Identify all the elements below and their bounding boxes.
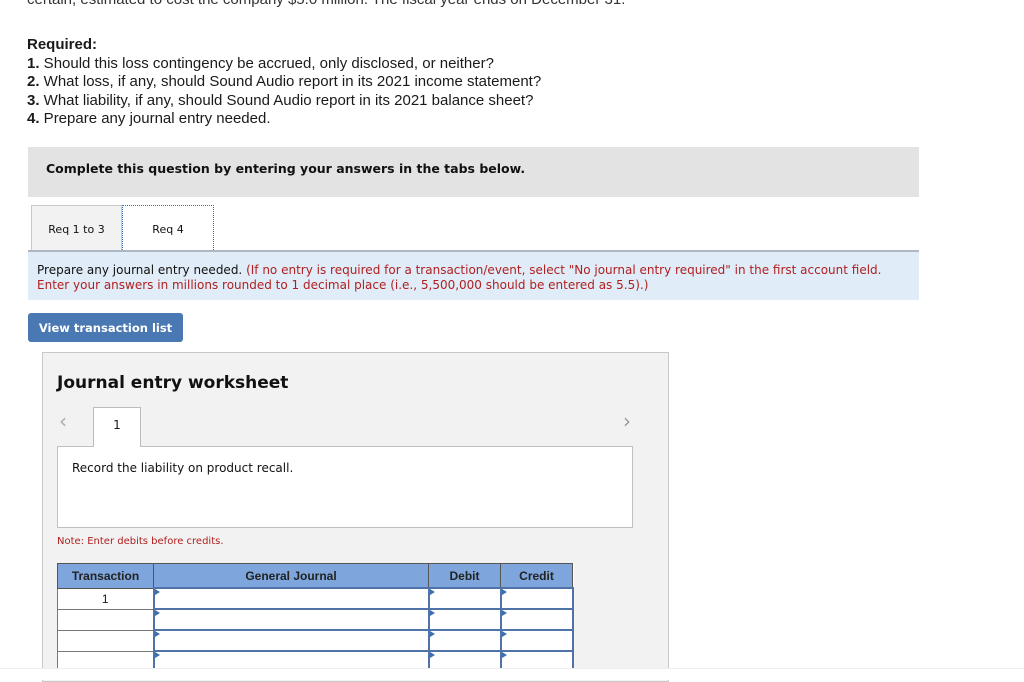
transaction-description: Record the liability on product recall. [57, 446, 633, 528]
column-header-general-journal: General Journal [153, 563, 429, 589]
worksheet-tab-1[interactable]: 1 [93, 407, 141, 447]
tab-req-1-to-3[interactable]: Req 1 to 3 [31, 205, 122, 250]
requirement-number: 1. [27, 54, 40, 72]
credit-input[interactable] [499, 608, 574, 631]
tab-instructions: Prepare any journal entry needed. (If no… [28, 250, 919, 300]
requirement-number: 4. [27, 110, 40, 127]
requirement-text: What loss, if any, should Sound Audio re… [39, 73, 542, 90]
transaction-cell: 1 [57, 587, 154, 610]
requirement-number: 3. [27, 91, 40, 109]
credit-input[interactable] [499, 629, 574, 652]
journal-entry-worksheet: Journal entry worksheet ‹ 1 › Record the… [42, 352, 669, 682]
instructions-banner: Complete this question by entering your … [28, 147, 919, 197]
tab-label: Req 1 to 3 [48, 223, 105, 236]
chevron-left-icon[interactable]: ‹ [59, 409, 67, 433]
view-transaction-list-button[interactable]: View transaction list [28, 313, 183, 342]
requirement-text: Prepare any journal entry needed. [39, 110, 271, 127]
tab-req-4[interactable]: Req 4 [122, 205, 214, 250]
requirement-text: Should this loss contingency be accrued,… [39, 54, 494, 72]
banner-text: Complete this question by entering your … [46, 161, 526, 176]
requirement-item: 2. What loss, if any, should Sound Audio… [27, 73, 541, 92]
instructions-main: Prepare any journal entry needed. [37, 263, 243, 277]
requirement-item: 4. Prepare any journal entry needed. [27, 110, 541, 129]
table-row: 1 [57, 587, 574, 610]
debit-input[interactable] [427, 608, 502, 631]
tab-label: Req 4 [152, 223, 184, 236]
worksheet-title: Journal entry worksheet [57, 373, 289, 393]
transaction-cell [57, 608, 154, 631]
requirement-text: What liability, if any, should Sound Aud… [39, 91, 534, 109]
requirements-block: Required: 1. Should this loss contingenc… [27, 36, 541, 129]
column-header-transaction: Transaction [57, 563, 154, 589]
debit-credit-note: Note: Enter debits before credits. [57, 536, 224, 547]
requirement-item: 3. What liability, if any, should Sound … [27, 92, 541, 111]
credit-input[interactable] [499, 587, 574, 610]
transaction-cell [57, 629, 154, 652]
column-header-credit: Credit [500, 563, 573, 589]
bottom-bar [0, 668, 1024, 680]
chevron-right-icon[interactable]: › [623, 409, 631, 433]
account-input[interactable] [152, 587, 430, 610]
account-input[interactable] [152, 608, 430, 631]
debit-input[interactable] [427, 629, 502, 652]
requirement-item: 1. Should this loss contingency be accru… [27, 55, 541, 74]
table-row [57, 629, 574, 652]
description-text: Record the liability on product recall. [72, 461, 294, 475]
requirement-number: 2. [27, 73, 40, 90]
table-row [57, 608, 574, 631]
problem-text-cut: certain, estimated to cost the company $… [27, 0, 625, 8]
account-input[interactable] [152, 629, 430, 652]
column-header-debit: Debit [428, 563, 501, 589]
required-heading: Required: [27, 36, 98, 53]
debit-input[interactable] [427, 587, 502, 610]
journal-table: Transaction General Journal Debit Credit… [57, 563, 574, 673]
